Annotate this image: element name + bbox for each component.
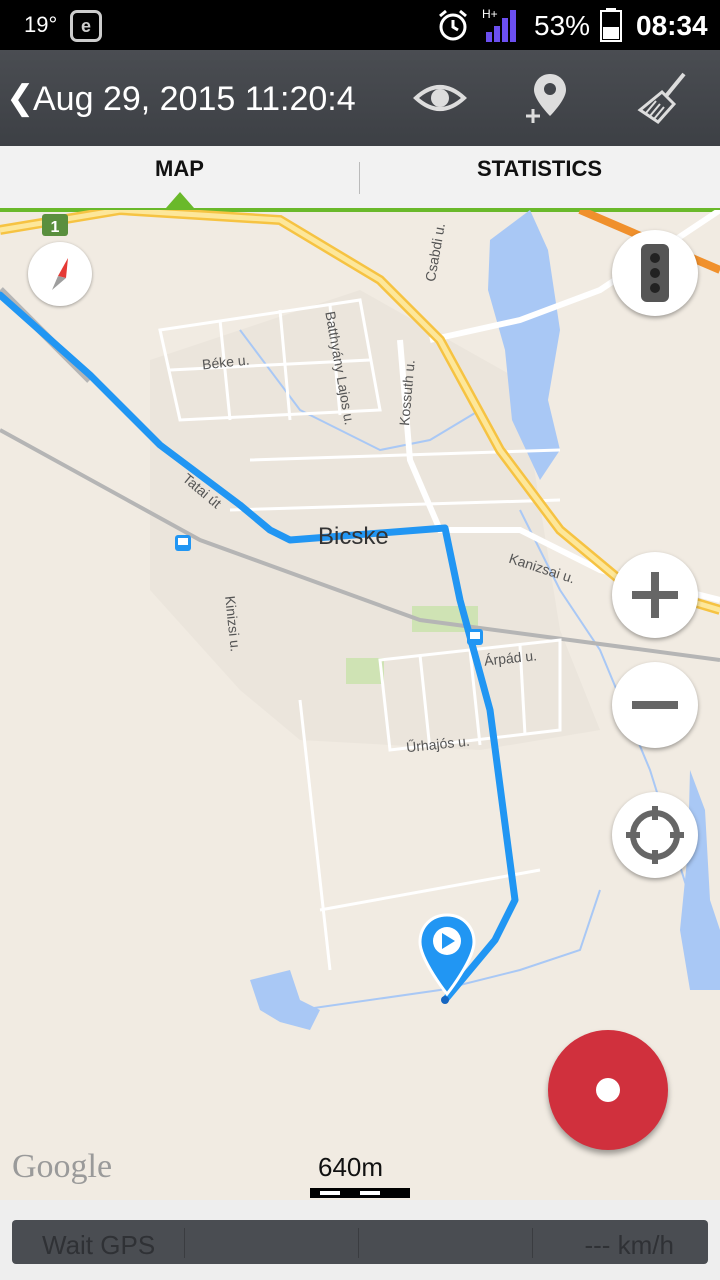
tab-statistics[interactable]: STATISTICS — [360, 146, 719, 208]
temperature: 19° — [24, 12, 58, 37]
gps-panel: Wait GPS --- km/h — [12, 1220, 708, 1264]
zoom-in-icon — [632, 572, 678, 618]
park — [346, 658, 384, 684]
clock: 08:34 — [636, 10, 708, 41]
zoom-out-icon — [632, 701, 678, 709]
status-footer: Wait GPS --- km/h — [0, 1200, 720, 1280]
tab-selected-indicator — [166, 192, 194, 208]
speed-readout: --- km/h — [584, 1230, 674, 1260]
footer-divider — [184, 1228, 185, 1258]
eye-icon[interactable] — [410, 68, 470, 128]
broom-icon[interactable] — [632, 68, 692, 128]
footer-divider — [358, 1228, 359, 1258]
highway-shield-number: 1 — [51, 219, 60, 236]
signal-icon: H+ — [482, 7, 516, 42]
back-icon[interactable]: ❮ — [6, 78, 35, 118]
bus-stop-icon — [175, 535, 191, 551]
map-view[interactable]: 1 Csabdi u. Batthyány Lajos u. Béke u. K… — [0, 210, 720, 1200]
record-button[interactable] — [548, 1030, 668, 1150]
record-dot-icon — [596, 1078, 620, 1102]
route-end-point — [441, 996, 449, 1004]
google-attribution: Google — [12, 1148, 113, 1185]
add-location-icon[interactable] — [518, 68, 578, 128]
track-title: Aug 29, 2015 11:20:4 — [33, 80, 356, 118]
alarm-icon — [439, 9, 467, 41]
bus-stop-icon — [467, 629, 483, 645]
tab-bar: MAP STATISTICS — [0, 146, 720, 212]
battery-percent: 53% — [534, 10, 591, 41]
scale-label: 640m — [318, 1152, 384, 1182]
locate-button[interactable] — [612, 792, 698, 878]
start-marker-icon[interactable] — [418, 913, 476, 997]
signal-type-label: H+ — [482, 7, 498, 21]
compass-icon[interactable] — [28, 242, 92, 306]
battery-icon — [600, 8, 622, 42]
zoom-out-button[interactable] — [612, 662, 698, 748]
pond — [250, 970, 320, 1030]
city-label: Bicske — [318, 523, 389, 550]
highway-shield: 1 — [42, 214, 68, 236]
zoom-in-button[interactable] — [612, 552, 698, 638]
gps-status: Wait GPS — [42, 1230, 156, 1260]
traffic-button[interactable] — [612, 230, 698, 316]
locate-icon — [626, 806, 684, 864]
scale-bar — [310, 1188, 410, 1198]
traffic-icon — [641, 244, 669, 302]
e-badge-icon: e — [70, 10, 102, 42]
action-bar: ❮ Aug 29, 2015 11:20:4 — [0, 50, 720, 146]
status-bar: 19° e H+ 53% 08:34 — [0, 0, 720, 50]
footer-divider — [532, 1228, 533, 1258]
